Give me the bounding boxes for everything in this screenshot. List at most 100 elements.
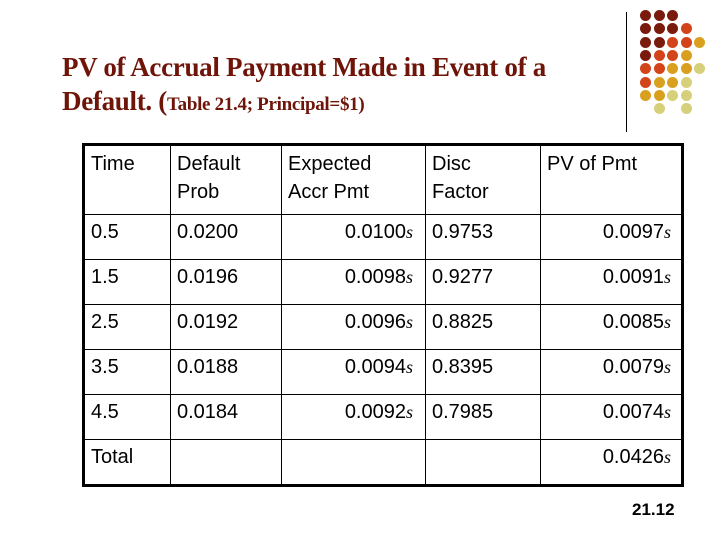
cell-pv-of-pmt: 0.0079s	[540, 349, 683, 395]
cell-pv-of-pmt: 0.0091s	[540, 259, 683, 305]
table-row: 3.5 0.0188 0.0094s 0.8395 0.0079s	[83, 349, 683, 395]
logo-dot	[680, 89, 692, 101]
cell-expected-accr-pmt-value: 0.0092	[344, 401, 406, 423]
logo-dot	[640, 10, 651, 21]
logo-dot	[667, 49, 678, 61]
table-total-row: Total 0.0426s	[83, 439, 683, 486]
cell-time: 4.5	[83, 394, 171, 440]
cell-time-value: 0.5	[91, 221, 119, 243]
cell-default-prob-value: 0.0196	[177, 266, 239, 288]
cell-default-prob-value: 0.0188	[177, 356, 239, 378]
logo-dot	[653, 10, 665, 21]
cell-expected-accr-pmt: 0.0094s	[281, 349, 426, 395]
table-row: 2.5 0.0192 0.0096s 0.8825 0.0085s	[83, 304, 683, 350]
logo-dot	[680, 36, 692, 48]
logo-dot	[667, 36, 678, 48]
cell-expected-accr-pmt-value: 0.0100	[344, 221, 406, 243]
logo-dot	[653, 76, 665, 88]
cell-default-prob: 0.0188	[170, 349, 282, 395]
cell-expected-accr-pmt: 0.0100s	[281, 214, 426, 260]
logo-dot	[667, 76, 678, 88]
cell-expected-accr-pmt-value: 0.0098	[344, 266, 406, 288]
cell-disc-factor-value: 0.8395	[432, 356, 494, 378]
pv-accrual-table: Time Default Prob Expected Accr Pmt Disc Fa…	[82, 143, 684, 487]
unit-symbol: s	[405, 267, 413, 287]
logo-dot	[667, 89, 678, 101]
cell-expected-accr-pmt: 0.0098s	[281, 259, 426, 305]
cell-expected-accr-pmt: 0.0092s	[281, 394, 426, 440]
table-row: 1.5 0.0196 0.0098s 0.9277 0.0091s	[83, 259, 683, 305]
cell-pv-of-pmt-value: 0.0091	[602, 266, 664, 288]
cell-pv-of-pmt: 0.0097s	[540, 214, 683, 260]
logo-dot	[680, 23, 692, 35]
cell-time-value: 3.5	[91, 356, 119, 378]
unit-symbol: s	[663, 447, 671, 467]
header-text: Factor	[432, 181, 489, 203]
cell-pv-of-pmt-value: 0.0079	[602, 356, 664, 378]
header-default-prob: Default Prob	[170, 144, 282, 215]
title-divider	[626, 12, 627, 132]
cell-expected-accr-pmt: 0.0096s	[281, 304, 426, 350]
header-text: Default	[177, 153, 241, 175]
cell-pv-of-pmt: 0.0074s	[540, 394, 683, 440]
cell-default-prob: 0.0184	[170, 394, 282, 440]
cell-disc-factor: 0.9277	[425, 259, 541, 305]
header-time: Time	[83, 144, 171, 215]
logo-dot	[694, 36, 705, 48]
header-disc-factor: Disc Factor	[425, 144, 541, 215]
unit-symbol: s	[405, 402, 413, 422]
logo-dot	[694, 63, 705, 75]
table-header-row: Time Default Prob Expected Accr Pmt Disc Fa…	[83, 144, 683, 215]
cell-disc-factor: 0.8395	[425, 349, 541, 395]
cell-expected-accr-pmt-value: 0.0096	[344, 311, 406, 333]
logo-dot	[667, 63, 678, 75]
slide-title: PV of Accrual Payment Made in Event of a…	[62, 50, 632, 122]
logo-dot	[640, 63, 651, 75]
cell-default-prob-value: 0.0192	[177, 311, 239, 333]
cell-default-prob: 0.0192	[170, 304, 282, 350]
cell-total-label: Total	[83, 439, 171, 486]
header-text: Expected	[288, 153, 372, 175]
cell-time: 1.5	[83, 259, 171, 305]
cell-time: 2.5	[83, 304, 171, 350]
logo-dot	[680, 63, 692, 75]
logo-dot	[680, 76, 692, 88]
logo-dot	[640, 36, 651, 48]
cell-disc-factor: 0.9753	[425, 214, 541, 260]
cell-total-label-value: Total	[91, 446, 134, 468]
cell-default-prob: 0.0196	[170, 259, 282, 305]
logo-dot	[653, 89, 665, 101]
cell-disc-factor-value: 0.9753	[432, 221, 494, 243]
unit-symbol: s	[405, 312, 413, 332]
header-text: PV of Pmt	[547, 153, 638, 175]
cell-pv-of-pmt-value: 0.0074	[602, 401, 664, 423]
header-text: Time	[91, 153, 135, 175]
header-text: Prob	[177, 181, 220, 203]
cell-disc-factor: 0.7985	[425, 394, 541, 440]
cell-pv-of-pmt: 0.0085s	[540, 304, 683, 350]
logo-dot	[667, 10, 678, 21]
slide-title-subtitle: Table 21.4; Principal=$1)	[166, 94, 365, 115]
cell-pv-of-pmt-value: 0.0097	[602, 221, 664, 243]
page-number: 21.12	[632, 500, 675, 519]
cell-expected-accr-pmt-value: 0.0094	[344, 356, 406, 378]
unit-symbol: s	[663, 357, 671, 377]
logo-dot	[640, 49, 651, 61]
cell-time-value: 2.5	[91, 311, 119, 333]
header-expected-accr-pmt: Expected Accr Pmt	[281, 144, 426, 215]
cell-total-pv: 0.0426s	[540, 439, 683, 486]
unit-symbol: s	[663, 222, 671, 242]
cell-time-value: 1.5	[91, 266, 119, 288]
header-pv-of-pmt: PV of Pmt	[540, 144, 683, 215]
dot-grid-logo-icon	[640, 10, 720, 120]
table-row: 4.5 0.0184 0.0092s 0.7985 0.0074s	[83, 394, 683, 440]
logo-dot	[680, 49, 692, 61]
cell-time: 3.5	[83, 349, 171, 395]
cell-disc-factor: 0.8825	[425, 304, 541, 350]
logo-dot	[653, 49, 665, 61]
logo-dot	[653, 63, 665, 75]
unit-symbol: s	[663, 312, 671, 332]
cell-default-prob: 0.0200	[170, 214, 282, 260]
cell-pv-of-pmt-value: 0.0085	[602, 311, 664, 333]
header-text: Accr Pmt	[288, 181, 370, 203]
